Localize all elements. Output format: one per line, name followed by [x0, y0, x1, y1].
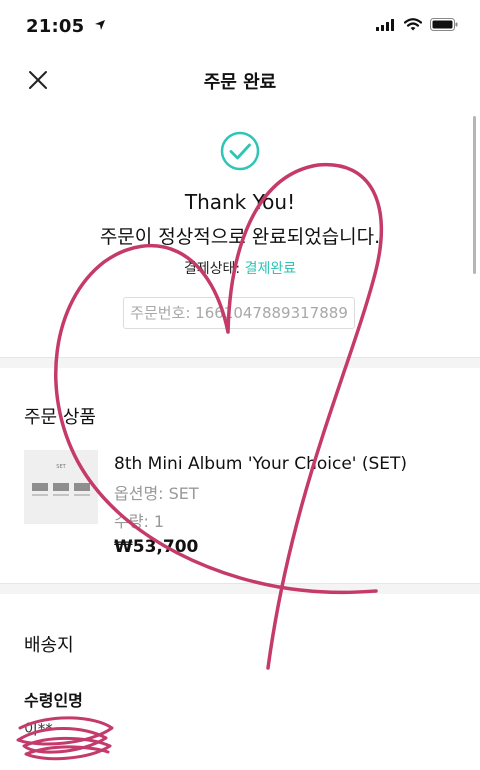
album-cover-image: [32, 483, 48, 491]
location-arrow-icon: [94, 20, 105, 30]
product-thumbnail[interactable]: SET: [24, 450, 98, 524]
nav-bar: 주문 완료: [0, 56, 480, 104]
battery-icon: [430, 18, 458, 31]
cellular-signal-icon: [376, 18, 394, 31]
section-divider-band: [0, 584, 480, 594]
product-name[interactable]: 8th Mini Album 'Your Choice' (SET): [114, 454, 407, 474]
recipient-label: 수령인명: [24, 691, 83, 710]
thumbnail-caption-line: [74, 494, 90, 496]
recipient-name: 이**: [24, 720, 53, 738]
order-complete-message: 주문이 정상적으로 완료되었습니다.: [99, 226, 381, 248]
wifi-icon: [404, 18, 422, 31]
product-option: 옵션명: SET: [114, 484, 199, 503]
thank-you-heading: Thank You!: [184, 190, 296, 214]
page-title: 주문 완료: [203, 72, 277, 93]
payment-status-label: 결제상태:: [183, 261, 241, 277]
thumbnail-caption-line: [32, 494, 48, 496]
section-divider-band: [0, 358, 480, 368]
check-circle-icon: [220, 131, 260, 171]
album-cover-image: [74, 483, 90, 491]
thumbnail-label: SET: [56, 464, 66, 470]
status-time: 21:05: [26, 16, 106, 37]
thumbnail-caption-line: [53, 494, 69, 496]
album-cover-image: [53, 483, 69, 491]
status-bar: 21:05: [0, 0, 480, 56]
payment-status-value: 결제완료: [244, 261, 297, 277]
status-icons: [376, 18, 458, 31]
shipping-title: 배송지: [24, 635, 74, 656]
order-items-title: 주문 상품: [24, 407, 96, 428]
order-number-box: 주문번호: 1661047889317889: [123, 297, 355, 329]
status-time-text: 21:05: [26, 16, 85, 37]
product-price: ₩53,700: [114, 537, 199, 557]
payment-status: 결제상태: 결제완료: [0, 258, 480, 278]
product-quantity: 수량: 1: [114, 512, 165, 531]
